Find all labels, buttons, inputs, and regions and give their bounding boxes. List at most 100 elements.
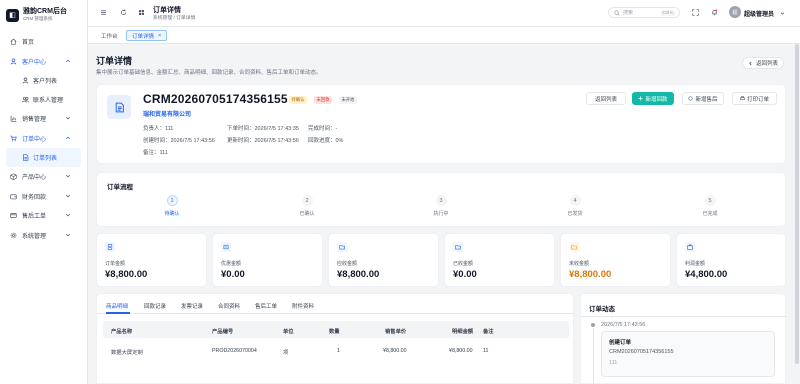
updated-time: 更新时间：2026/7/5 17:43:56 (227, 138, 299, 144)
table-cell: 1 (337, 348, 340, 354)
step-label: 执行中 (433, 211, 449, 217)
order-flow-card: 订单流程 1 待确认 2 已确认 3 执行中 4 已发货 5 已完成 (96, 172, 786, 227)
flow-title: 订单流程 (107, 184, 133, 191)
tab-attachments[interactable]: 附件资料 (292, 302, 314, 310)
step-number: 4 (569, 195, 581, 206)
print-order-button[interactable]: 打印订单 (732, 92, 777, 105)
brand-title: 雅韵CRM后台 (23, 8, 67, 15)
sidebar-item-finance[interactable]: 财务回款 (0, 187, 87, 207)
table-cell: ¥8,800.00 (449, 348, 473, 354)
bell-icon[interactable] (710, 8, 719, 17)
chevron-left-icon (749, 61, 752, 65)
flow-step: 2 已确认 (287, 195, 327, 217)
tab-payment-records[interactable]: 回款记录 (144, 302, 166, 310)
order-info-card: CRM20260705174356155 待确认 未回款 未开始 瑞和贸易有限公… (96, 84, 786, 164)
company-name[interactable]: 瑞和贸易有限公司 (143, 109, 191, 118)
refresh-icon[interactable] (119, 8, 128, 17)
page-title: 订单详情 (96, 56, 133, 66)
sidebar-item-customer-list[interactable]: 客户列表 (0, 71, 87, 90)
print-order-label: 打印订单 (746, 96, 769, 103)
activity-divider (581, 316, 787, 317)
avatar[interactable]: 超 (729, 6, 741, 18)
breadcrumb: 系统管理 / 订单详情 (153, 16, 196, 21)
tab-order-detail[interactable]: 订单详情 × (126, 30, 168, 41)
sidebar-item-customer-center[interactable]: 客户中心 (0, 52, 87, 72)
stat-card-discount: 优惠金额 ¥0.00 (212, 233, 323, 287)
search-placeholder: 搜索 (623, 10, 634, 16)
table-header: 产品编号 (212, 329, 234, 335)
table-cell: 数据大屏定制 (111, 350, 143, 356)
username[interactable]: 超级管理员 (744, 9, 774, 18)
order-time: 下单时间：2026/7/5 17:43:35 (227, 126, 299, 132)
fullscreen-icon[interactable] (691, 8, 700, 17)
add-service-button[interactable]: 新增售后 (682, 92, 724, 105)
tab-product-detail[interactable]: 商品明细 (106, 302, 128, 310)
sidebar-item-order-list[interactable]: 订单列表 (6, 148, 81, 167)
order-number: CRM20260705174356155 (143, 92, 288, 106)
user-icon (10, 58, 17, 65)
table-header: 备注 (483, 329, 494, 335)
stat-value: ¥4,800.00 (685, 269, 728, 280)
sidebar-item-contacts[interactable]: 联系人管理 (0, 90, 87, 109)
status-badge: 待确认 (289, 96, 307, 104)
flow-step: 4 已发货 (555, 195, 595, 217)
scrollbar[interactable] (795, 44, 799, 364)
flow-step: 5 已完成 (690, 195, 730, 217)
close-icon[interactable]: × (158, 33, 161, 39)
tab-contracts[interactable]: 合同资料 (218, 302, 240, 310)
activity-event-title: 创建订单 (609, 340, 632, 346)
chevron-down-icon[interactable] (778, 9, 787, 18)
folder-icon (337, 242, 347, 252)
top-header: 订单详情 系统管理 / 订单详情 搜索 Ctrl K 超 超级管理员 (88, 0, 800, 27)
menu-toggle-icon[interactable] (99, 8, 108, 17)
table-cell: 项 (283, 350, 289, 356)
payment-badge: 未回款 (314, 96, 332, 104)
stat-label: 未收金额 (569, 261, 590, 267)
back-list-button[interactable]: 返回列表 (586, 92, 626, 105)
order-document-icon (107, 95, 131, 119)
stat-card-receivable: 应收金额 ¥8,800.00 (328, 233, 439, 287)
search-icon (614, 9, 620, 16)
search-input[interactable]: 搜索 Ctrl K (608, 7, 680, 18)
stat-label: 应收金额 (337, 261, 358, 267)
person-icon (22, 77, 29, 84)
chevron-up-icon (65, 58, 71, 64)
tab-invoice-records[interactable]: 发票记录 (181, 302, 203, 310)
table-cell: 11 (483, 348, 489, 354)
sidebar-item-sales[interactable]: 销售管理 (0, 109, 87, 129)
chevron-down-icon (65, 115, 71, 121)
table-cell: ¥8,800.00 (383, 348, 407, 354)
tab-workbench[interactable]: 工作台 (96, 30, 123, 41)
stat-card-order-amount: 订单金额 ¥8,800.00 (96, 233, 207, 287)
sidebar-item-order-center[interactable]: 订单中心 (0, 129, 87, 149)
progress-badge: 未开始 (339, 96, 357, 104)
brand[interactable]: ◧ 雅韵CRM后台 CRM 管理系统 (0, 0, 87, 30)
stat-label: 订单金额 (105, 261, 126, 267)
back-to-list-button[interactable]: 返回列表 (742, 57, 784, 69)
step-number: 2 (301, 195, 313, 206)
activity-event-user: 111 (609, 360, 618, 366)
add-payment-label: 新增回款 (645, 96, 668, 103)
chart-icon (10, 115, 17, 122)
sidebar-item-label: 订单中心 (22, 136, 47, 143)
stat-card-profit: 利润金额 ¥4,800.00 (676, 233, 786, 287)
stat-value: ¥8,800.00 (569, 269, 612, 280)
sidebar-item-home[interactable]: 首页 (0, 32, 87, 52)
activity-time: 2026/7/5 17:43:56 (601, 322, 646, 328)
stat-value: ¥0.00 (453, 269, 477, 280)
document-icon (22, 154, 29, 161)
grid-icon[interactable] (137, 8, 146, 17)
chevron-down-icon (65, 212, 71, 218)
tab-after-sales[interactable]: 售后工单 (255, 302, 277, 310)
folder-icon (569, 242, 579, 252)
flow-step: 3 执行中 (421, 195, 461, 217)
step-number: 3 (435, 195, 447, 206)
sidebar-item-after-sales[interactable]: 售后工单 (0, 206, 87, 226)
activity-item: 创建订单 CRM20260705174356155 111 (601, 331, 775, 377)
timeline-line (592, 328, 594, 384)
stat-value: ¥8,800.00 (105, 269, 148, 280)
add-payment-button[interactable]: 新增回款 (632, 92, 674, 105)
stat-card-unreceived: 未收金额 ¥8,800.00 (560, 233, 671, 287)
sidebar-item-system[interactable]: 系统管理 (0, 226, 87, 246)
sidebar-item-products[interactable]: 产品中心 (0, 167, 87, 187)
